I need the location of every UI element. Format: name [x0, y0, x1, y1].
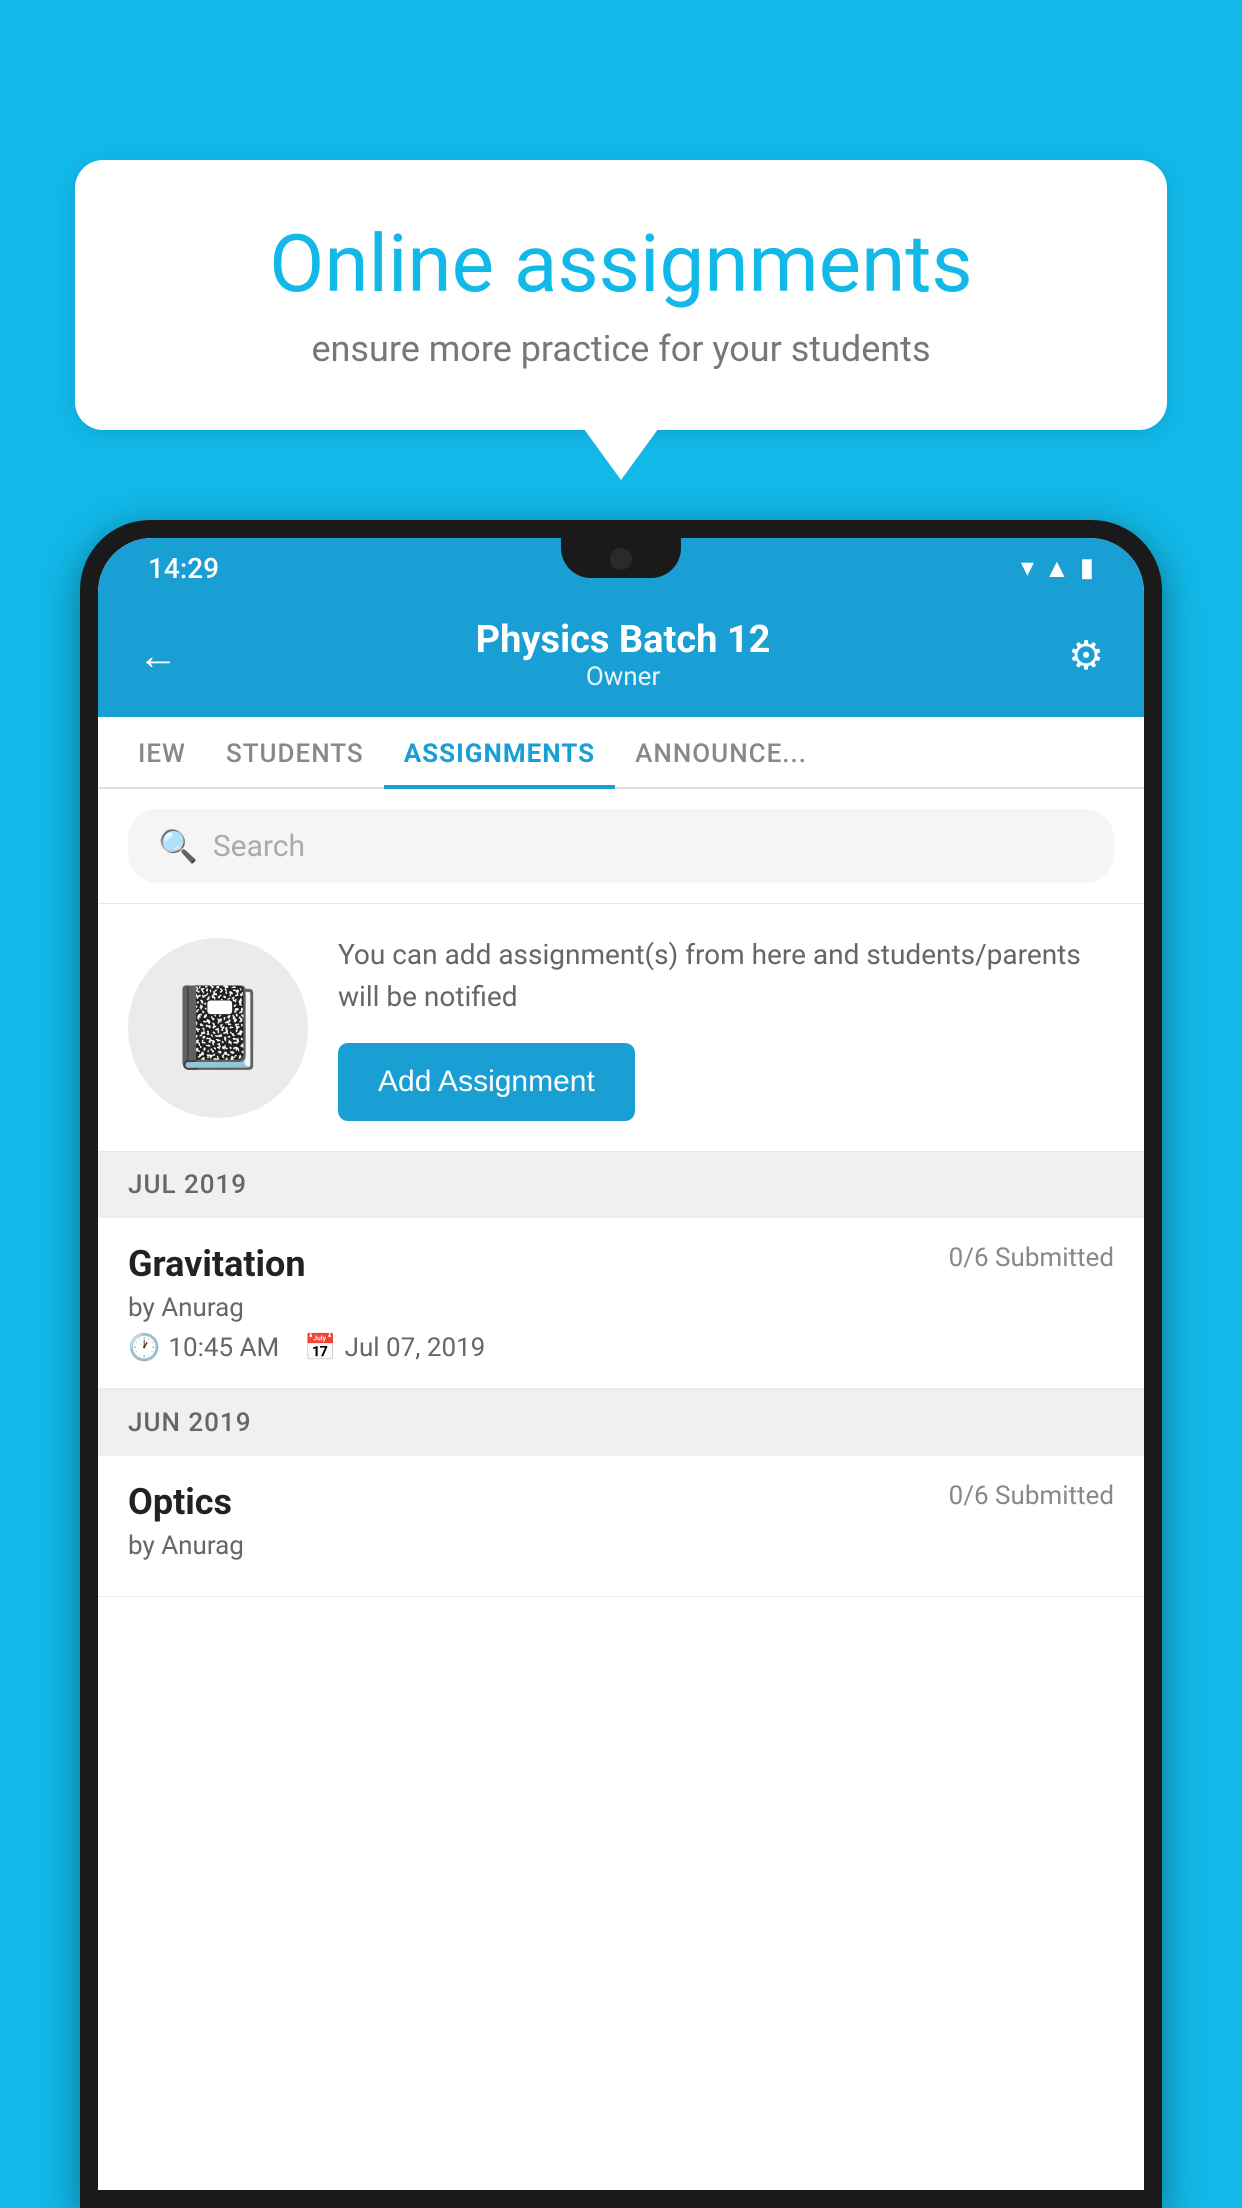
assignment-author: by Anurag	[128, 1293, 1114, 1323]
assignment-meta: 🕐 10:45 AM 📅 Jul 07, 2019	[128, 1333, 1114, 1363]
tab-bar: IEW STUDENTS ASSIGNMENTS ANNOUNCE...	[98, 717, 1144, 789]
add-assignment-right: You can add assignment(s) from here and …	[338, 934, 1114, 1121]
phone-screen: 14:29 ▾ ▲ ▮ ← Physics Batch 12 Owner ⚙ I…	[98, 538, 1144, 2190]
header-title-area: Physics Batch 12 Owner	[178, 618, 1068, 692]
add-assignment-button[interactable]: Add Assignment	[338, 1043, 635, 1121]
phone-camera	[610, 548, 632, 570]
header-title: Physics Batch 12	[178, 618, 1068, 662]
search-container: 🔍 Search	[98, 789, 1144, 903]
status-icons: ▾ ▲ ▮	[1021, 553, 1094, 584]
assignment-item-header: Gravitation 0/6 Submitted	[128, 1243, 1114, 1285]
calendar-icon: 📅	[304, 1333, 336, 1363]
search-placeholder: Search	[213, 829, 305, 864]
tab-assignments[interactable]: ASSIGNMENTS	[384, 717, 615, 787]
header-subtitle: Owner	[178, 662, 1068, 692]
assignment-submitted: 0/6 Submitted	[949, 1243, 1114, 1273]
section-header-jun: JUN 2019	[98, 1390, 1144, 1456]
section-header-jul: JUL 2019	[98, 1152, 1144, 1218]
assignment-date-value: Jul 07, 2019	[345, 1333, 486, 1363]
speech-bubble-container: Online assignments ensure more practice …	[75, 160, 1167, 430]
notebook-icon: 📓	[168, 981, 268, 1075]
app-header: ← Physics Batch 12 Owner ⚙	[98, 598, 1144, 717]
back-button[interactable]: ←	[138, 632, 178, 679]
wifi-icon: ▾	[1021, 553, 1034, 583]
assignment-time: 🕐 10:45 AM	[128, 1333, 279, 1363]
speech-bubble: Online assignments ensure more practice …	[75, 160, 1167, 430]
assignment-item-optics[interactable]: Optics 0/6 Submitted by Anurag	[98, 1456, 1144, 1597]
signal-icon: ▲	[1044, 553, 1070, 584]
phone-frame: 14:29 ▾ ▲ ▮ ← Physics Batch 12 Owner ⚙ I…	[80, 520, 1162, 2208]
assignment-icon-circle: 📓	[128, 938, 308, 1118]
assignment-submitted-optics: 0/6 Submitted	[949, 1481, 1114, 1511]
search-icon: 🔍	[158, 827, 198, 865]
search-input-wrapper[interactable]: 🔍 Search	[128, 809, 1114, 883]
add-assignment-area: 📓 You can add assignment(s) from here an…	[98, 904, 1144, 1151]
assignment-name: Gravitation	[128, 1243, 306, 1285]
status-time: 14:29	[148, 552, 219, 585]
tab-iew[interactable]: IEW	[118, 717, 206, 787]
assignment-author-optics: by Anurag	[128, 1531, 1114, 1561]
battery-icon: ▮	[1080, 553, 1094, 583]
assignment-name-optics: Optics	[128, 1481, 232, 1523]
assignment-date: 📅 Jul 07, 2019	[304, 1333, 485, 1363]
speech-bubble-title: Online assignments	[145, 220, 1097, 308]
assignment-item-header-optics: Optics 0/6 Submitted	[128, 1481, 1114, 1523]
tab-announcements[interactable]: ANNOUNCE...	[615, 717, 827, 787]
tab-students[interactable]: STUDENTS	[206, 717, 384, 787]
settings-icon[interactable]: ⚙	[1068, 632, 1104, 679]
add-assignment-description: You can add assignment(s) from here and …	[338, 934, 1114, 1018]
clock-icon: 🕐	[128, 1333, 160, 1363]
assignment-item-gravitation[interactable]: Gravitation 0/6 Submitted by Anurag 🕐 10…	[98, 1218, 1144, 1389]
assignment-time-value: 10:45 AM	[168, 1333, 279, 1363]
speech-bubble-subtitle: ensure more practice for your students	[145, 328, 1097, 370]
